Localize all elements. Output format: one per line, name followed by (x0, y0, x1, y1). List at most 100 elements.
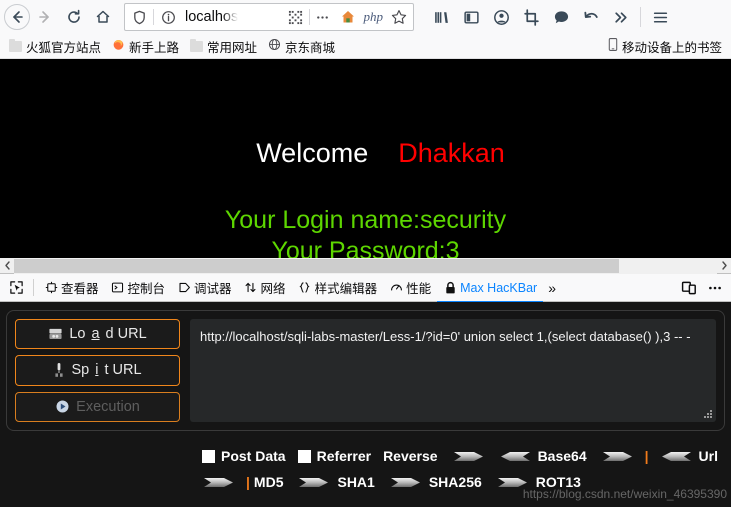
spit-url-button[interactable]: Sp i t URL (15, 355, 180, 386)
home-button[interactable] (89, 3, 117, 31)
screenshot-icon[interactable] (517, 3, 545, 31)
button-label-accesskey: i (95, 362, 99, 379)
address-bar[interactable]: localhos php (124, 3, 414, 31)
scroll-left-arrow-icon[interactable] (0, 258, 14, 274)
bookmark-label: 常用网址 (207, 40, 258, 55)
urlbar-divider (153, 9, 154, 25)
reverse-label: Reverse (383, 448, 438, 464)
hamburger-menu-icon[interactable] (646, 3, 674, 31)
console-icon (111, 281, 125, 295)
url-textarea-value: http://localhost/sqli-labs-master/Less-1… (200, 329, 691, 344)
back-button[interactable] (4, 4, 30, 30)
library-icon[interactable] (427, 3, 455, 31)
post-data-label[interactable]: Post Data (221, 448, 286, 464)
lock-icon (443, 281, 457, 295)
bookmark-label: 新手上路 (129, 40, 180, 55)
split-url-icon (53, 362, 65, 378)
button-label-post: d URL (105, 326, 147, 343)
chat-bubble-icon[interactable] (547, 3, 575, 31)
reverse-encode-arrow-icon[interactable] (453, 450, 484, 463)
account-icon[interactable] (487, 3, 515, 31)
welcome-line: Welcome Dhakkan (226, 107, 505, 200)
hackbar-panel: Lo a d URL Sp i t URL Execution http://local… (0, 302, 731, 507)
tab-style-editor[interactable]: 样式编辑器 (292, 275, 384, 303)
bookmark-label: 京东商城 (285, 40, 336, 55)
star-icon[interactable] (387, 5, 411, 29)
firefox-icon (112, 38, 125, 54)
tab-debugger[interactable]: 调试器 (171, 275, 238, 303)
ellipsis-icon[interactable] (311, 5, 335, 29)
row1-separator: | (644, 448, 649, 464)
reload-button[interactable] (60, 3, 88, 31)
bookmark-item-1[interactable]: 新手上路 (107, 35, 184, 58)
tab-max-hackbar[interactable]: Max HacKBar (437, 275, 544, 303)
url-encode-arrow-icon[interactable] (204, 476, 234, 489)
mobile-device-icon (608, 38, 618, 54)
textarea-resize-grip[interactable] (703, 409, 712, 418)
hackbar-row-1: Post Data Referrer Reverse Base64 | Url (6, 443, 725, 469)
execution-button[interactable]: Execution (15, 391, 180, 422)
forward-button[interactable] (31, 3, 59, 31)
info-circle-icon[interactable] (156, 5, 180, 29)
referrer-checkbox[interactable] (297, 449, 311, 463)
post-data-checkbox[interactable] (202, 449, 215, 463)
load-url-button[interactable]: Lo a d URL (15, 319, 180, 350)
sha256-label: SHA256 (428, 474, 482, 490)
element-picker-icon[interactable] (3, 275, 29, 301)
globe-icon (268, 38, 281, 54)
tab-network[interactable]: 网络 (238, 275, 292, 303)
play-circle-icon (55, 399, 70, 414)
login-name-line: Your Login name:security (224, 206, 507, 234)
inspector-icon (44, 281, 58, 295)
url-decode-arrow-icon[interactable] (661, 450, 691, 463)
sidebar-icon[interactable] (457, 3, 485, 31)
overflow-chevrons-icon[interactable] (607, 3, 635, 31)
bookmarks-bar: 火狐官方站点 新手上路 常用网址 京东商城 移动设备上的书签 (0, 34, 731, 59)
tab-console[interactable]: 控制台 (105, 275, 172, 303)
qr-code-icon[interactable] (284, 5, 308, 29)
browser-toolbar-actions (427, 3, 674, 31)
tab-performance[interactable]: 性能 (383, 275, 437, 303)
bookmark-item-0[interactable]: 火狐官方站点 (4, 35, 106, 58)
sha256-hash-arrow-icon[interactable] (497, 476, 528, 489)
scrollbar-track[interactable] (14, 257, 717, 274)
bookmark-label: 移动设备上的书签 (621, 40, 722, 55)
tab-inspector[interactable]: 查看器 (38, 275, 105, 303)
sha1-label: SHA1 (337, 474, 375, 490)
scroll-right-arrow-icon[interactable] (717, 258, 731, 274)
referrer-label[interactable]: Referrer (317, 448, 371, 464)
devtools-meatball-menu-icon[interactable] (702, 275, 728, 301)
md5-hash-arrow-icon[interactable] (299, 476, 329, 489)
horizontal-scrollbar[interactable] (0, 257, 731, 274)
shield-icon[interactable] (127, 5, 151, 29)
house-icon[interactable] (336, 5, 360, 29)
url-textarea[interactable]: http://localhost/sqli-labs-master/Less-1… (190, 319, 716, 422)
tab-label: Max HacKBar (460, 280, 538, 295)
devtools-overflow-icon[interactable]: » (543, 280, 561, 296)
responsive-design-mode-icon[interactable] (676, 275, 702, 301)
urlbar-divider-2 (308, 9, 310, 25)
button-label-pre: Sp (71, 362, 90, 379)
welcome-text: Welcome (256, 138, 369, 168)
php-badge-icon[interactable]: php (361, 9, 387, 25)
bookmark-item-2[interactable]: 常用网址 (185, 35, 262, 58)
style-editor-icon (298, 281, 312, 295)
base64-encode-arrow-icon[interactable] (602, 450, 633, 463)
reverse-decode-arrow-icon[interactable] (500, 450, 530, 463)
bookmark-item-3[interactable]: 京东商城 (263, 35, 340, 58)
sync-undo-icon[interactable] (577, 3, 605, 31)
md5-label: MD5 (253, 474, 284, 490)
browser-chrome: localhos php 火狐官方站点 新手上路 常用网址 京东商城 移动设备上… (0, 0, 731, 59)
scrollbar-thumb[interactable] (14, 258, 619, 273)
rot13-label: ROT13 (535, 474, 581, 490)
folder-icon (190, 38, 204, 52)
url-text: localhos (185, 9, 239, 25)
button-label-accesskey: a (91, 326, 100, 343)
button-label-post: t URL (104, 362, 142, 379)
debugger-icon (177, 281, 191, 295)
performance-icon (389, 281, 403, 295)
urlbar-actions: php (284, 5, 412, 29)
url-text-container[interactable]: localhos (182, 4, 282, 30)
bookmark-mobile-devices[interactable]: 移动设备上的书签 (603, 35, 727, 58)
sha1-hash-arrow-icon[interactable] (390, 476, 421, 489)
